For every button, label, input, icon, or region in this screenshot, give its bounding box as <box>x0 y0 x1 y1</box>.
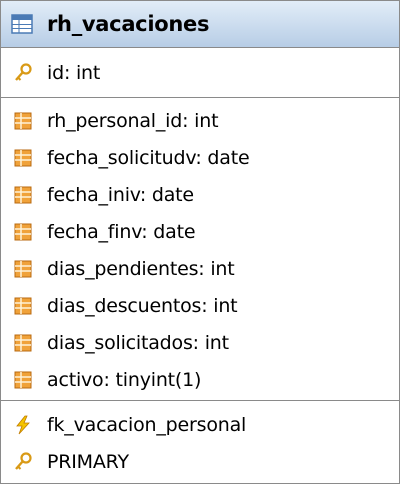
column-row[interactable]: dias_pendientes: int <box>1 254 399 284</box>
column-icon <box>14 334 32 352</box>
indexes-section: fk_vacacion_personal PRIMARY <box>1 400 399 484</box>
column-label: rh_personal_id: int <box>47 110 219 132</box>
column-icon <box>14 297 32 315</box>
primary-key-row[interactable]: id: int <box>1 58 399 88</box>
column-label: fecha_solicitudv: date <box>47 147 250 169</box>
table-name: rh_vacaciones <box>47 12 210 36</box>
column-icon <box>14 112 32 130</box>
column-icon <box>14 371 32 389</box>
column-row[interactable]: dias_descuentos: int <box>1 291 399 321</box>
primary-key-section: id: int <box>1 48 399 96</box>
column-row[interactable]: fecha_solicitudv: date <box>1 143 399 173</box>
table-icon <box>11 14 33 34</box>
primary-key-label: id: int <box>47 62 101 84</box>
column-icon <box>14 223 32 241</box>
key-icon <box>15 63 32 81</box>
lightning-icon <box>16 415 30 435</box>
index-row[interactable]: fk_vacacion_personal <box>1 410 399 440</box>
column-icon <box>14 186 32 204</box>
column-label: dias_pendientes: int <box>47 258 235 280</box>
table-entity[interactable]: rh_vacaciones id: int rh_personal_id: in… <box>0 0 400 484</box>
column-icon <box>14 260 32 278</box>
index-label: PRIMARY <box>47 451 129 473</box>
column-row[interactable]: fecha_iniv: date <box>1 180 399 210</box>
index-row[interactable]: PRIMARY <box>1 447 399 477</box>
column-label: dias_descuentos: int <box>47 295 238 317</box>
columns-section: rh_personal_id: int fecha_solicitudv: da… <box>1 97 399 400</box>
column-row[interactable]: rh_personal_id: int <box>1 106 399 136</box>
column-row[interactable]: dias_solicitados: int <box>1 328 399 358</box>
column-icon <box>14 149 32 167</box>
table-header[interactable]: rh_vacaciones <box>1 1 399 48</box>
column-label: dias_solicitados: int <box>47 332 229 354</box>
column-row[interactable]: activo: tinyint(1) <box>1 365 399 395</box>
column-label: activo: tinyint(1) <box>47 369 202 391</box>
index-label: fk_vacacion_personal <box>47 414 247 436</box>
column-row[interactable]: fecha_finv: date <box>1 217 399 247</box>
key-icon <box>15 452 32 470</box>
column-label: fecha_finv: date <box>47 221 196 243</box>
column-label: fecha_iniv: date <box>47 184 194 206</box>
